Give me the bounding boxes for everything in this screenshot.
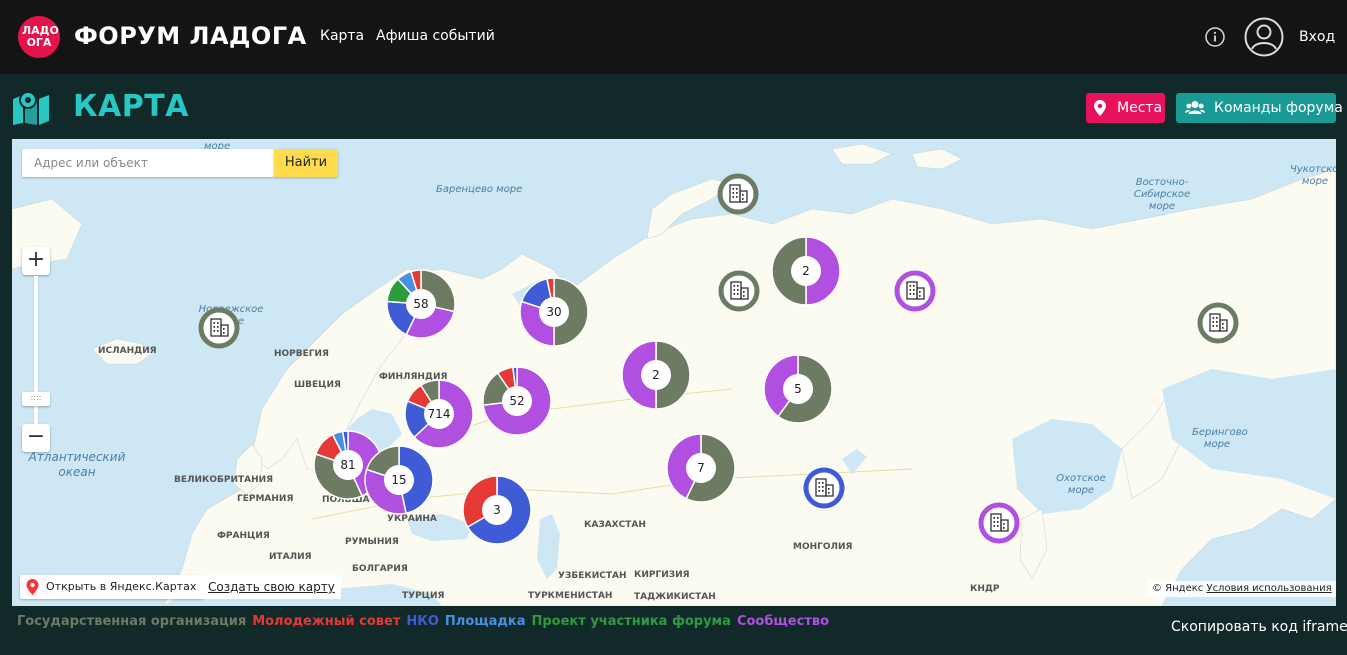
object-marker[interactable] [977, 501, 1021, 545]
cluster-marker[interactable]: 5 [763, 354, 833, 424]
teams-button-label: Команды форума [1214, 100, 1343, 116]
brand-title[interactable]: ФОРУМ ЛАДОГА [74, 22, 307, 50]
label-chukchi-sea: Чукотское море [1290, 164, 1336, 187]
nav-map[interactable]: Карта [320, 27, 364, 45]
location-pin-icon [1094, 100, 1106, 116]
map-search-button[interactable]: Найти [274, 149, 338, 177]
cluster-marker[interactable]: 58 [386, 269, 456, 339]
cluster-count: 81 [340, 458, 355, 472]
cluster-count: 2 [652, 368, 660, 382]
object-marker[interactable] [197, 306, 241, 350]
legend-project[interactable]: Проект участника форума [532, 614, 731, 629]
object-marker[interactable] [1196, 301, 1240, 345]
top-bar: ЛАДО ОГА ФОРУМ ЛАДОГА Карта Афиша событи… [0, 0, 1347, 74]
label-uzbekistan: УЗБЕКИСТАН [558, 571, 627, 581]
teams-button[interactable]: Команды форума [1176, 93, 1343, 123]
copy-iframe-code-button[interactable]: Скопировать код iframe [1171, 619, 1347, 635]
label-ukraine: УКРАИНА [387, 514, 437, 524]
map-search-input[interactable] [22, 149, 274, 177]
map-copyright: © Яндекс Условия использования [1148, 581, 1336, 597]
label-mongolia: МОНГОЛИЯ [793, 542, 853, 552]
legend-youth[interactable]: Молодежный совет [252, 614, 400, 629]
object-marker[interactable] [802, 466, 846, 510]
yandex-pin-icon [26, 579, 39, 595]
open-in-yandex-maps-button[interactable]: Открыть в Яндекс.Картах [20, 575, 205, 599]
cluster-count: 58 [413, 297, 428, 311]
terms-of-use-link[interactable]: Условия использования [1206, 583, 1331, 594]
label-sweden: ШВЕЦИЯ [294, 380, 341, 390]
marker-ring [803, 467, 845, 509]
legend-gov[interactable]: Государственная организация [17, 614, 246, 629]
cluster-marker[interactable]: 15 [364, 445, 434, 515]
label-atlantic-ocean: Атлантический океан [28, 450, 126, 479]
places-button[interactable]: Места [1086, 93, 1165, 123]
user-circle-icon[interactable] [1244, 17, 1284, 57]
legend-community[interactable]: Сообщество [737, 614, 829, 629]
cluster-count: 30 [546, 305, 561, 319]
cluster-count: 7 [697, 461, 705, 475]
login-link[interactable]: Вход [1299, 29, 1335, 45]
cluster-count: 2 [802, 264, 810, 278]
cluster-marker[interactable]: 52 [482, 366, 552, 436]
page-title: КАРТА [73, 89, 189, 124]
label-bulgaria: БОЛГАРИЯ [352, 564, 408, 574]
cluster-marker[interactable]: 2 [771, 236, 841, 306]
marker-ring [1197, 302, 1239, 344]
zoom-out-button[interactable]: − [22, 424, 50, 452]
label-dprk: КНДР [970, 584, 1000, 594]
marker-ring [978, 502, 1020, 544]
cluster-marker[interactable]: 714 [404, 379, 474, 449]
label-turkey: ТУРЦИЯ [402, 591, 445, 601]
label-romania: РУМЫНИЯ [345, 537, 399, 547]
cluster-marker[interactable]: 2 [621, 340, 691, 410]
zoom-in-button[interactable]: + [22, 247, 50, 275]
object-marker[interactable] [716, 172, 760, 216]
map-view[interactable]: НОРВЕГИЯ ШВЕЦИЯ ФИНЛЯНДИЯ ИСЛАНДИЯ ВЕЛИК… [12, 139, 1336, 606]
map-search-box [22, 149, 274, 177]
label-kazakhstan: КАЗАХСТАН [584, 520, 646, 530]
label-tajikistan: ТАДЖИКИСТАН [634, 592, 716, 602]
label-okhotsk-sea: Охотское море [1056, 473, 1106, 496]
legend-nko[interactable]: НКО [406, 614, 439, 629]
label-barents-sea: Баренцево море [436, 184, 523, 195]
create-your-map-link[interactable]: Создать свою карту [202, 575, 341, 599]
logo[interactable]: ЛАДО ОГА [18, 16, 60, 58]
legend-venue[interactable]: Площадка [445, 614, 526, 629]
label-turkmenistan: ТУРКМЕНИСТАН [528, 591, 613, 601]
zoom-slider-handle[interactable]: :::: [22, 392, 50, 406]
object-marker[interactable] [717, 269, 761, 313]
marker-ring [718, 270, 760, 312]
map-pin-icon [13, 91, 49, 125]
cluster-count: 3 [493, 503, 501, 517]
cluster-count: 15 [391, 473, 406, 487]
cluster-marker[interactable]: 3 [462, 475, 532, 545]
label-germany: ГЕРМАНИЯ [237, 494, 294, 504]
object-marker[interactable] [893, 269, 937, 313]
label-bering-sea: Берингово море [1192, 427, 1248, 450]
label-east-siberian-sea: Восточно-Сибирское море [1133, 177, 1191, 212]
cluster-count: 5 [794, 382, 802, 396]
cluster-marker[interactable]: 30 [519, 277, 589, 347]
label-france: ФРАНЦИЯ [217, 531, 270, 541]
info-circle-icon[interactable] [1205, 27, 1225, 47]
cluster-count: 52 [509, 394, 524, 408]
nav-events[interactable]: Афиша событий [376, 27, 495, 45]
users-icon [1185, 101, 1205, 114]
label-iceland: ИСЛАНДИЯ [98, 346, 157, 356]
label-uk: ВЕЛИКОБРИТАНИЯ [174, 475, 274, 485]
places-button-label: Места [1117, 100, 1163, 116]
marker-ring [717, 173, 759, 215]
marker-ring [198, 307, 240, 349]
legend: Государственная организация Молодежный со… [17, 614, 835, 630]
cluster-marker[interactable]: 7 [666, 433, 736, 503]
label-italy: ИТАЛИЯ [269, 552, 312, 562]
label-kyrgyzstan: КИРГИЗИЯ [634, 570, 690, 580]
label-norway: НОРВЕГИЯ [274, 349, 329, 359]
cluster-count: 714 [428, 407, 451, 421]
marker-ring [894, 270, 936, 312]
